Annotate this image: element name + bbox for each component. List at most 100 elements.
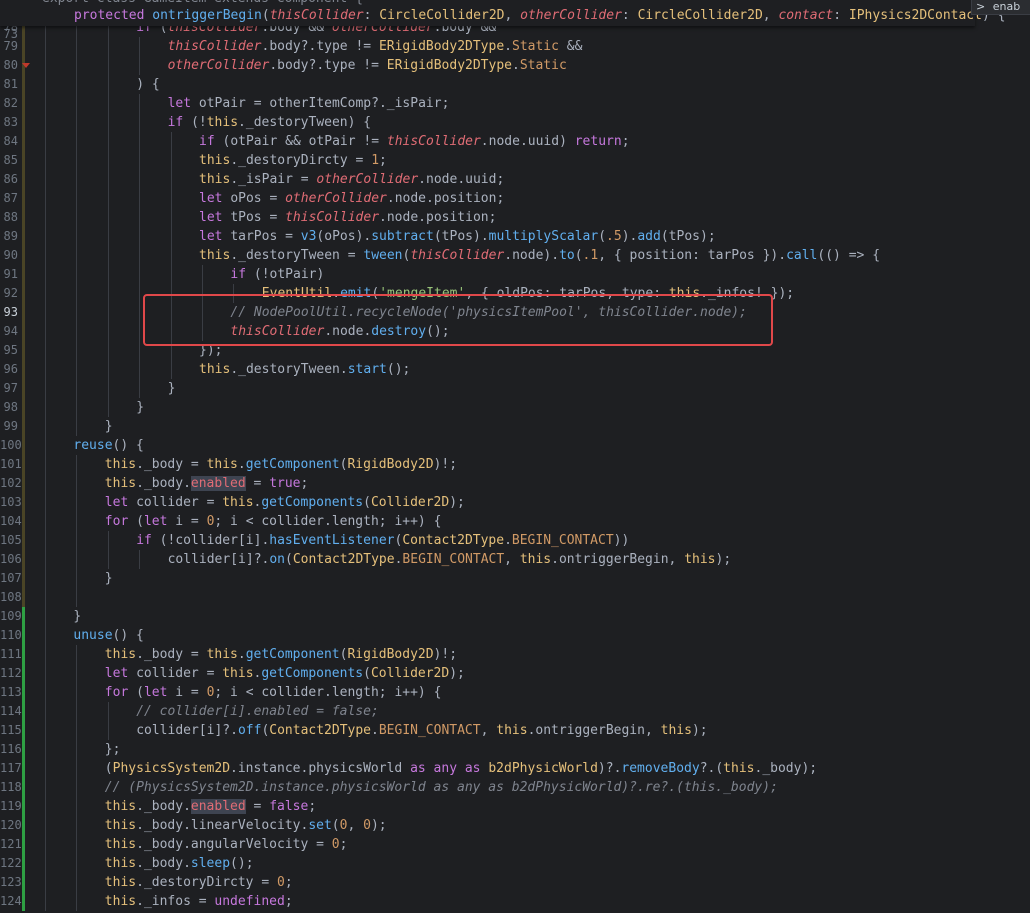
code-line[interactable]: 105 if (!collider[i].hasEventListener(Con… — [0, 531, 1030, 550]
indent-guide — [76, 265, 78, 284]
code-line[interactable]: 86 this._isPair = otherCollider.node.uuid… — [0, 170, 1030, 189]
change-marker — [22, 75, 25, 94]
indent-guide — [107, 379, 109, 398]
side-panel-tab[interactable]: > enab — [971, 0, 1030, 15]
code-line[interactable]: 83 if (!this._destoryTween) { — [0, 113, 1030, 132]
change-marker — [22, 740, 25, 759]
code-text: this._destoryDircty = 1; — [199, 153, 387, 168]
code-line[interactable]: 108 — [0, 588, 1030, 607]
folding-marker-icon[interactable] — [22, 63, 30, 68]
indent-guide — [76, 417, 78, 436]
indent-guide — [76, 493, 78, 512]
code-line[interactable]: 102 this._body.enabled = true; — [0, 474, 1030, 493]
code-line[interactable]: 120 this._body.linearVelocity.set(0, 0); — [0, 816, 1030, 835]
change-marker — [22, 588, 25, 607]
code-line[interactable]: 88 let tPos = thisCollider.node.position; — [0, 208, 1030, 227]
indent-guide — [76, 835, 78, 854]
change-marker — [22, 132, 25, 151]
change-marker — [22, 626, 25, 645]
change-marker — [22, 702, 25, 721]
indent-guide — [76, 683, 78, 702]
code-text: this._infos = undefined; — [104, 894, 293, 909]
code-text: } — [167, 381, 176, 396]
code-line[interactable]: 97} — [0, 379, 1030, 398]
code-line[interactable]: 106 collider[i]?.on(Contact2DType.BEGIN_C… — [0, 550, 1030, 569]
indent-guide — [45, 132, 46, 151]
change-marker — [22, 683, 25, 702]
indent-guide — [170, 208, 172, 227]
indent-guide — [139, 284, 141, 303]
code-line[interactable]: 90 this._destoryTween = tween(thisCollide… — [0, 246, 1030, 265]
indent-guide — [45, 683, 46, 702]
code-line[interactable]: 96 this._destoryTween.start(); — [0, 360, 1030, 379]
sticky-scroll-header[interactable]: export class GameItem extends Component … — [0, 0, 1005, 41]
indent-guide — [139, 113, 141, 132]
indent-guide — [45, 588, 46, 607]
indent-guide — [107, 322, 109, 341]
code-text: this._destoryDircty = 0; — [104, 875, 293, 890]
code-line[interactable]: 85 this._destoryDircty = 1; — [0, 151, 1030, 170]
change-marker — [22, 151, 25, 170]
code-line[interactable]: 122 this._body.sleep(); — [0, 854, 1030, 873]
indent-guide — [139, 265, 141, 284]
indent-guide — [45, 398, 46, 417]
sticky-line[interactable]: 73 protected ontriggerBegin(thisCollider… — [0, 6, 1030, 41]
indent-guide — [139, 151, 141, 170]
line-number: 91 — [3, 267, 18, 281]
indent-guide — [170, 227, 172, 246]
code-line[interactable]: 121 this._body.angularVelocity = 0; — [0, 835, 1030, 854]
code-line[interactable]: 124 this._infos = undefined; — [0, 892, 1030, 911]
code-line[interactable]: 115 collider[i]?.off(Contact2DType.BEGIN_… — [0, 721, 1030, 740]
code-line[interactable]: 82 let otPair = otherItemComp?._isPair; — [0, 94, 1030, 113]
code-text: this._body = this.getComponent(RigidBody… — [104, 457, 458, 472]
indent-guide — [45, 778, 46, 797]
indent-guide — [76, 189, 78, 208]
code-line[interactable]: 104 for (let i = 0; i < collider.length; … — [0, 512, 1030, 531]
line-number: 115 — [0, 723, 22, 737]
line-number: 102 — [0, 476, 22, 490]
code-text: let collider = this.getComponents(Collid… — [104, 666, 465, 681]
code-line[interactable]: 81) { — [0, 75, 1030, 94]
code-line[interactable]: 112 let collider = this.getComponents(Col… — [0, 664, 1030, 683]
indent-guide — [45, 493, 46, 512]
line-number: 96 — [3, 362, 18, 376]
code-line[interactable]: 107} — [0, 569, 1030, 588]
indent-guide — [45, 721, 46, 740]
code-line[interactable]: 123 this._destoryDircty = 0; — [0, 873, 1030, 892]
change-marker — [22, 265, 25, 284]
indent-guide — [76, 474, 78, 493]
code-line[interactable]: 114 // collider[i].enabled = false; — [0, 702, 1030, 721]
code-line[interactable]: 87 let oPos = otherCollider.node.position… — [0, 189, 1030, 208]
code-line[interactable]: 99} — [0, 417, 1030, 436]
indent-guide — [45, 702, 46, 721]
code-line[interactable]: 89 let tarPos = v3(oPos).subtract(tPos).m… — [0, 227, 1030, 246]
code-line[interactable]: 109} — [0, 607, 1030, 626]
code-line[interactable]: 80 otherCollider.body?.type != ERigidBody… — [0, 56, 1030, 75]
code-text: let otPair = otherItemComp?._isPair; — [167, 96, 450, 111]
code-line[interactable]: 119 this._body.enabled = false; — [0, 797, 1030, 816]
indent-guide — [139, 56, 141, 75]
code-line[interactable]: 91 if (!otPair) — [0, 265, 1030, 284]
code-line[interactable]: 98} — [0, 398, 1030, 417]
code-line[interactable]: 118 // (PhysicsSystem2D.instance.physicsW… — [0, 778, 1030, 797]
chevron-right-icon[interactable]: > — [976, 0, 985, 13]
code-line[interactable]: 116}; — [0, 740, 1030, 759]
indent-guide — [45, 531, 46, 550]
code-line[interactable]: 111 this._body = this.getComponent(RigidB… — [0, 645, 1030, 664]
code-line[interactable]: 79 thisCollider.body?.type != ERigidBody2… — [0, 37, 1030, 56]
indent-guide — [76, 37, 78, 56]
code-line[interactable]: 84 if (otPair && otPair != thisCollider.n… — [0, 132, 1030, 151]
code-editor[interactable]: 78 if (thisCollider.body && otherCollider… — [0, 0, 1030, 913]
code-text: this._destoryTween = tween(thisCollider.… — [199, 248, 881, 263]
code-line[interactable]: 110 unuse() { — [0, 626, 1030, 645]
indent-guide — [76, 892, 78, 911]
indent-guide — [45, 37, 46, 56]
code-line[interactable]: 103 let collider = this.getComponents(Col… — [0, 493, 1030, 512]
code-line[interactable]: 101 this._body = this.getComponent(RigidB… — [0, 455, 1030, 474]
code-text: thisCollider.body?.type != ERigidBody2DT… — [167, 39, 583, 54]
indent-guide — [170, 246, 172, 265]
code-line[interactable]: 117 (PhysicsSystem2D.instance.physicsWorl… — [0, 759, 1030, 778]
code-text: reuse() { — [73, 438, 144, 453]
code-line[interactable]: 113 for (let i = 0; i < collider.length; … — [0, 683, 1030, 702]
code-line[interactable]: 100 reuse() { — [0, 436, 1030, 455]
